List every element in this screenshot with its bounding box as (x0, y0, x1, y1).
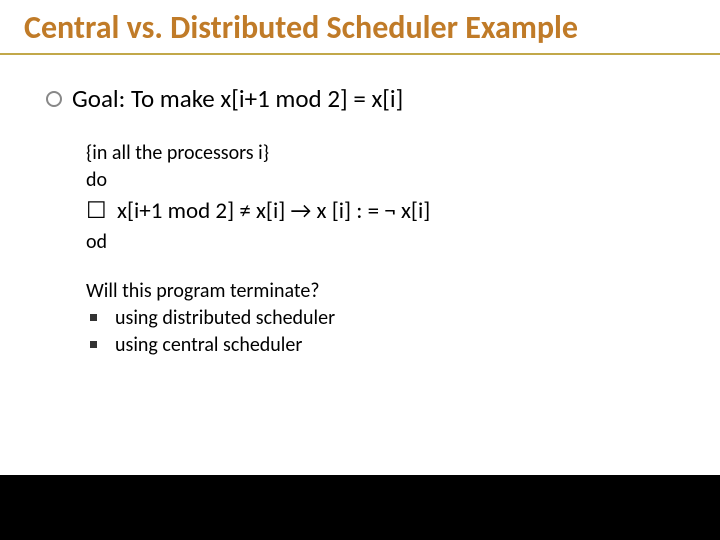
code-do: do (86, 167, 696, 194)
goal-bullet-row: Goal: To make x[i+1 mod 2] = x[i] (46, 83, 696, 114)
slide-body: Goal: To make x[i+1 mod 2] = x[i] {in al… (0, 55, 720, 475)
circle-bullet-icon (46, 91, 62, 107)
code-comment: {in all the processors i} (86, 140, 696, 167)
option-row-distributed: using distributed scheduler (86, 305, 696, 332)
code-block: {in all the processors i} do ☐ x[i+1 mod… (86, 140, 696, 256)
question-block: Will this program terminate? using distr… (86, 278, 696, 359)
slide-title: Central vs. Distributed Scheduler Exampl… (24, 10, 696, 47)
goal-text: Goal: To make x[i+1 mod 2] = x[i] (72, 83, 403, 114)
title-bar: Central vs. Distributed Scheduler Exampl… (0, 0, 720, 55)
option-distributed: using distributed scheduler (115, 305, 335, 332)
option-central: using central scheduler (115, 332, 302, 359)
option-row-central: using central scheduler (86, 332, 696, 359)
code-rule: ☐ x[i+1 mod 2] ≠ x[i] → x [i] : = ¬ x[i] (86, 194, 696, 229)
termination-question: Will this program terminate? (86, 278, 696, 305)
code-od: od (86, 229, 696, 256)
square-bullet-icon (90, 341, 97, 348)
square-bullet-icon (90, 314, 97, 321)
